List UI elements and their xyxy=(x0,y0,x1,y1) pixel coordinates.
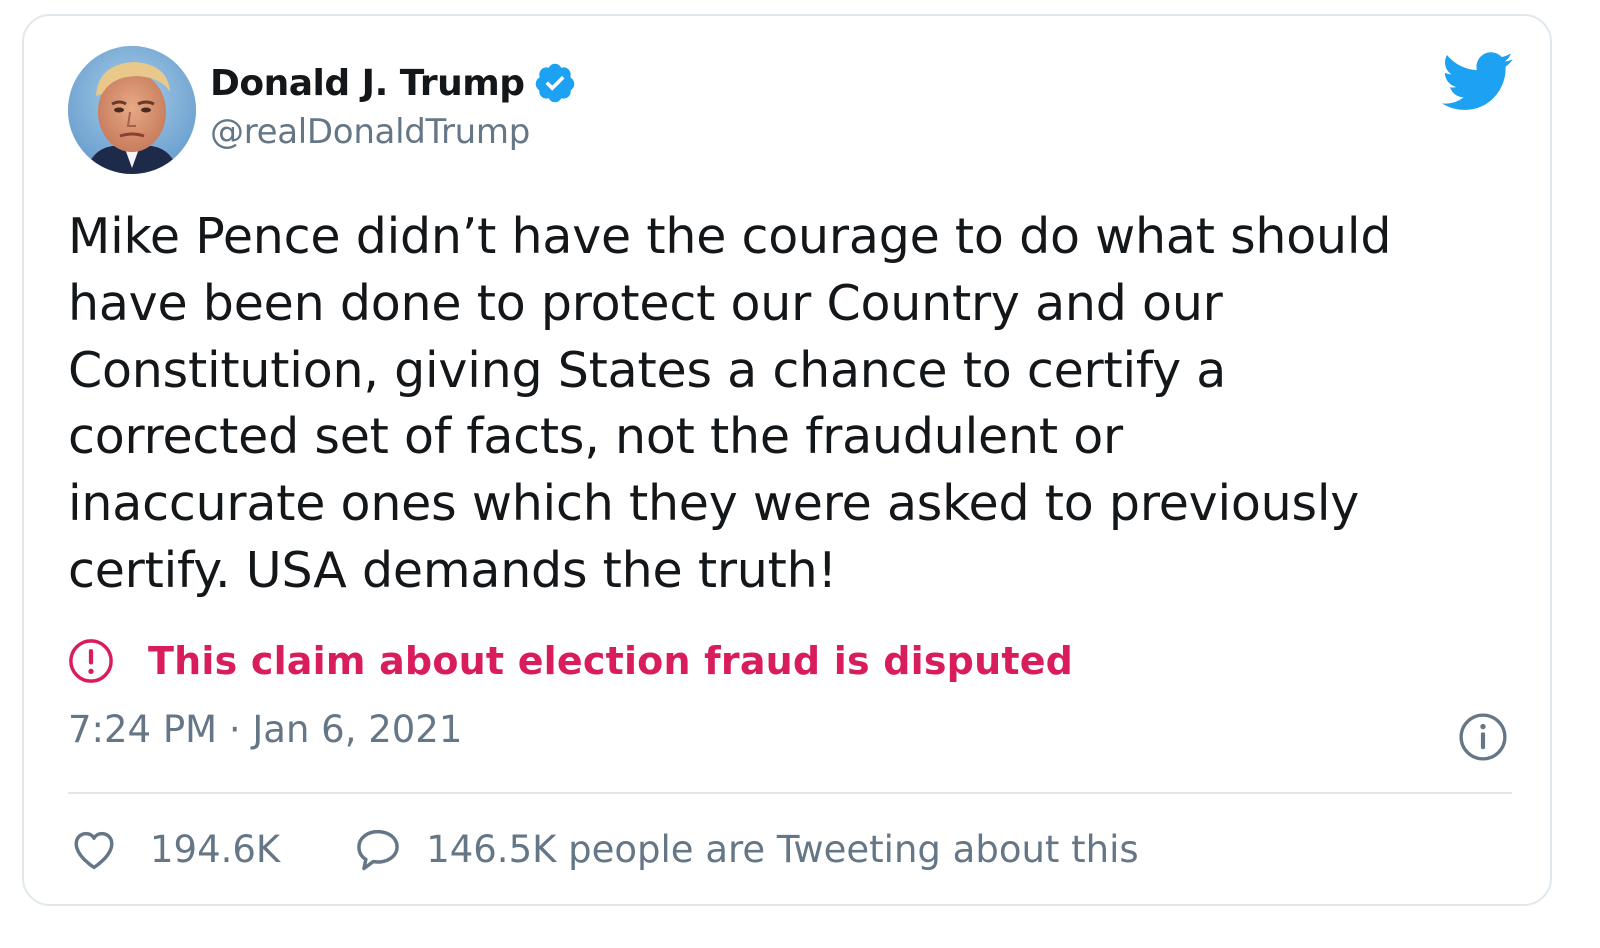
avatar-photo-icon xyxy=(68,46,196,174)
tweet-text: Mike Pence didn’t have the courage to do… xyxy=(68,208,1392,599)
twitter-bird-icon[interactable] xyxy=(1442,52,1514,112)
disputed-label[interactable]: This claim about election fraud is dispu… xyxy=(68,636,1073,686)
disputed-label-text: This claim about election fraud is dispu… xyxy=(148,639,1074,683)
like-button[interactable]: 194.6K xyxy=(68,823,280,875)
exclamation-circle-icon xyxy=(69,639,113,683)
author-handle[interactable]: @realDonaldTrump xyxy=(210,112,530,152)
verified-badge-icon xyxy=(535,63,574,103)
engagement-bar: 194.6K 146.5K people are Tweeting about … xyxy=(68,822,1139,876)
author-name-row: Donald J. Trump xyxy=(210,58,577,108)
tweet-timestamp[interactable]: 7:24 PM · Jan 6, 2021 xyxy=(68,708,462,751)
info-icon[interactable] xyxy=(1458,712,1508,762)
author-display-name[interactable]: Donald J. Trump xyxy=(210,63,525,104)
divider xyxy=(68,792,1512,794)
speech-bubble-icon xyxy=(357,829,399,871)
tweet-card: Donald J. Trump @realDonaldTrump Mike Pe… xyxy=(22,14,1552,906)
avatar[interactable] xyxy=(68,46,196,174)
like-count: 194.6K xyxy=(150,827,281,871)
conversation-text: 146.5K people are Tweeting about this xyxy=(426,827,1139,871)
heart-icon xyxy=(74,831,114,870)
conversation-button[interactable]: 146.5K people are Tweeting about this xyxy=(352,823,1139,875)
